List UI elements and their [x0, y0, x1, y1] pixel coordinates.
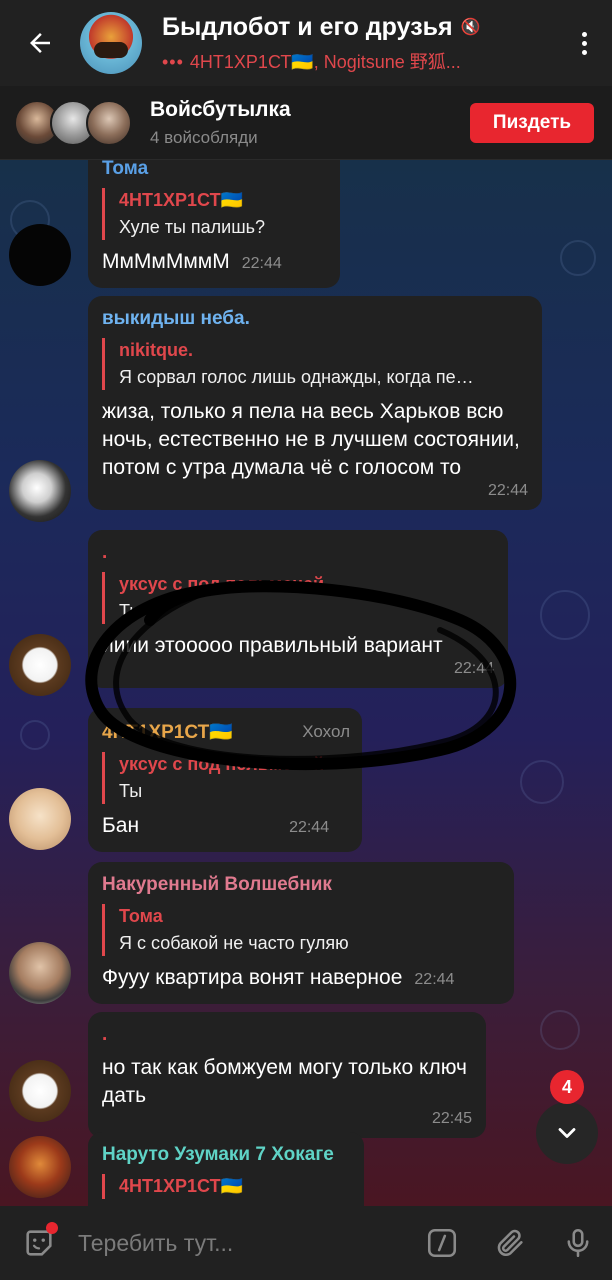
message-body: ииии этооооо правильный вариант — [102, 634, 443, 657]
reply-text: Ты — [119, 601, 143, 621]
reply-author: 4НТ1ХР1СТ🇺🇦 — [119, 190, 243, 210]
chat-header: Быдлобот и его друзья 🔇 ••• 4НТ1ХР1СТ🇺🇦, … — [0, 0, 612, 86]
wallpaper-doodle — [540, 1010, 580, 1050]
voice-participants-avatars — [14, 99, 138, 146]
chat-title: Быдлобот и его друзья — [162, 12, 453, 41]
avatar[interactable] — [9, 460, 71, 522]
reply-text: Я сорвал голос лишь однажды, когда пе… — [119, 367, 474, 387]
message-body: Фууу квартира вонят наверное — [102, 966, 403, 989]
slash-command-icon — [427, 1228, 457, 1258]
chat-info[interactable]: Быдлобот и его друзья 🔇 ••• 4НТ1ХР1СТ🇺🇦, … — [162, 13, 556, 74]
message-time: 22:45 — [431, 1110, 472, 1127]
voice-record-button[interactable] — [544, 1206, 612, 1280]
avatar[interactable] — [9, 224, 71, 286]
wallpaper-doodle — [520, 760, 564, 804]
reply-text: Хуле ты палишь? — [119, 217, 266, 237]
message-sender[interactable]: выкидыш неба. — [102, 308, 528, 330]
message-text: МмМмМммМ 22:44 — [102, 248, 326, 278]
reply-author: Тома — [119, 906, 163, 926]
message-text: Фууу квартира вонят наверное 22:44 — [102, 964, 500, 994]
new-sticker-dot — [46, 1222, 58, 1234]
message-sender[interactable]: Наруто Узумаки 7 Хокаге — [102, 1144, 350, 1166]
message-time: 22:44 — [487, 482, 528, 499]
reply-quote[interactable]: Тома Я с собакой не часто гуляю — [102, 904, 500, 956]
message-sender[interactable]: . — [102, 542, 494, 564]
reply-quote[interactable]: 4НТ1ХР1СТ🇺🇦 Хуле ты палишь? — [102, 188, 326, 240]
message-bubble[interactable]: Тома 4НТ1ХР1СТ🇺🇦 Хуле ты палишь? МмМмМмм… — [88, 160, 340, 288]
avatar[interactable] — [9, 1136, 71, 1198]
message-sender[interactable]: Накуренный Волшебник — [102, 874, 500, 896]
wallpaper-doodle — [560, 240, 596, 276]
message-bubble[interactable]: Наруто Узумаки 7 Хокаге 4НТ1ХР1СТ🇺🇦 — [88, 1132, 364, 1206]
arrow-left-icon — [30, 33, 50, 53]
typing-indicator: ••• — [162, 51, 184, 72]
reply-author: nikitque. — [119, 340, 194, 360]
message-input[interactable] — [78, 1218, 408, 1268]
more-menu-button[interactable] — [556, 0, 612, 86]
typing-users: 4НТ1ХР1СТ🇺🇦, Nogitsune 野狐... — [189, 51, 461, 72]
chat-title-row: Быдлобот и его друзья 🔇 — [162, 13, 556, 42]
message-time: 22:44 — [453, 660, 494, 677]
message-body: но так как бомжуем могу только ключ дать — [102, 1056, 467, 1107]
message-time: 22:44 — [414, 971, 455, 988]
avatar[interactable] — [9, 1060, 71, 1122]
composer-bar — [0, 1206, 612, 1280]
message-body: Бан — [102, 814, 140, 837]
avatar[interactable] — [9, 942, 71, 1004]
reply-text: Ты — [119, 781, 143, 801]
message-bubble[interactable]: выкидыш неба. nikitque. Я сорвал голос л… — [88, 296, 542, 510]
commands-button[interactable] — [408, 1206, 476, 1280]
avatar — [86, 99, 132, 146]
wallpaper-doodle — [20, 720, 50, 750]
reply-text: Я с собакой не часто гуляю — [119, 933, 349, 953]
message-sender[interactable]: . — [102, 1024, 472, 1046]
chat-avatar[interactable] — [80, 12, 142, 74]
chevron-down-icon — [558, 1128, 576, 1138]
message-time: 22:44 — [241, 255, 282, 272]
back-button[interactable] — [0, 0, 80, 86]
message-time: 22:44 — [289, 819, 330, 836]
reply-author: 4НТ1ХР1СТ🇺🇦 — [119, 1176, 243, 1196]
reply-quote[interactable]: nikitque. Я сорвал голос лишь однажды, к… — [102, 338, 528, 390]
avatar[interactable] — [9, 634, 71, 696]
voice-chat-bar[interactable]: Войсбутылка 4 войсобляди Пиздеть — [0, 86, 612, 160]
message-sender[interactable]: Тома — [102, 160, 326, 180]
unread-count-badge[interactable]: 4 — [550, 1070, 584, 1104]
admin-title-badge: Хохол — [302, 722, 350, 741]
microphone-icon — [567, 1228, 589, 1258]
message-bubble[interactable]: . но так как бомжуем могу только ключ да… — [88, 1012, 486, 1138]
reply-author: уксус с под пельменей — [119, 754, 325, 774]
more-vertical-icon — [581, 30, 587, 57]
muted-icon: 🔇 — [460, 19, 481, 36]
message-bubble[interactable]: 4НТ1ХР1СТ🇺🇦 Хохол уксус с под пельменей … — [88, 708, 362, 852]
voice-chat-participants: 4 войсобляди — [150, 127, 258, 147]
reply-quote[interactable]: уксус с под пельменей Ты — [102, 572, 494, 624]
reply-quote[interactable]: 4НТ1ХР1СТ🇺🇦 — [102, 1174, 350, 1199]
chat-subtitle: ••• 4НТ1ХР1СТ🇺🇦, Nogitsune 野狐... — [162, 48, 556, 74]
attach-button[interactable] — [476, 1206, 544, 1280]
scroll-down-button[interactable] — [536, 1102, 598, 1164]
reply-quote[interactable]: уксус с под пельменей Ты — [102, 752, 348, 804]
paperclip-icon — [497, 1229, 523, 1257]
sticker-emoji-button[interactable] — [0, 1206, 78, 1280]
message-body: МмМмМммМ — [102, 250, 230, 273]
message-bubble[interactable]: . уксус с под пельменей Ты ииии этооооо … — [88, 530, 508, 688]
message-text: Бан 22:44 — [102, 812, 348, 842]
message-bubble[interactable]: Накуренный Волшебник Тома Я с собакой не… — [88, 862, 514, 1004]
avatar[interactable] — [9, 788, 71, 850]
join-voice-button[interactable]: Пиздеть — [470, 102, 594, 143]
message-list[interactable]: Тома 4НТ1ХР1СТ🇺🇦 Хуле ты палишь? МмМмМмм… — [0, 160, 612, 1206]
message-body: жиза, только я пела на весь Харьков всю … — [102, 400, 520, 479]
voice-chat-info: Войсбутылка 4 войсобляди — [150, 98, 470, 148]
voice-chat-title: Войсбутылка — [150, 97, 291, 121]
reply-author: уксус с под пельменей — [119, 574, 325, 594]
wallpaper-doodle — [540, 590, 590, 640]
